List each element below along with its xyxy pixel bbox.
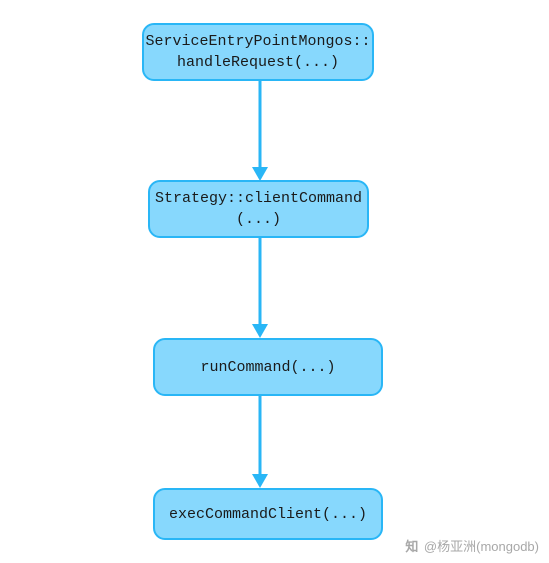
node-label: ServiceEntryPointMongos:: handleRequest(… — [145, 31, 370, 73]
arrow-3 — [258, 396, 261, 486]
arrow-2 — [258, 238, 261, 336]
node-label: runCommand(...) — [200, 357, 335, 378]
node-service-entry-point: ServiceEntryPointMongos:: handleRequest(… — [142, 23, 374, 81]
arrow-line — [258, 238, 261, 324]
arrow-head-icon — [252, 167, 268, 181]
watermark: 知 @杨亚洲(mongodb) — [404, 536, 539, 555]
node-label: Strategy::clientCommand (...) — [155, 188, 362, 230]
zhihu-logo-icon: 知 — [404, 538, 420, 554]
watermark-text: @杨亚洲(mongodb) — [424, 536, 539, 555]
node-run-command: runCommand(...) — [153, 338, 383, 396]
arrow-1 — [258, 81, 261, 179]
arrow-head-icon — [252, 324, 268, 338]
arrow-line — [258, 81, 261, 167]
flowchart-canvas: ServiceEntryPointMongos:: handleRequest(… — [0, 0, 549, 563]
arrow-head-icon — [252, 474, 268, 488]
node-strategy-client-command: Strategy::clientCommand (...) — [148, 180, 369, 238]
node-label: execCommandClient(...) — [169, 504, 367, 525]
arrow-line — [258, 396, 261, 474]
node-exec-command-client: execCommandClient(...) — [153, 488, 383, 540]
